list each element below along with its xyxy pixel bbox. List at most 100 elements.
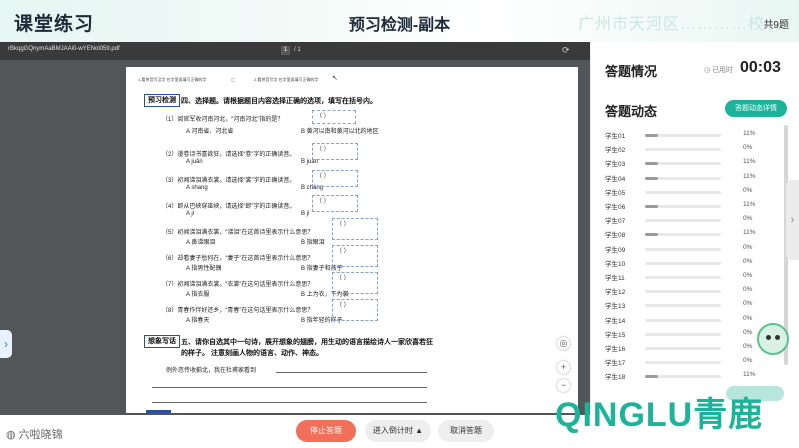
collapse-panel-icon[interactable]: › [786, 180, 799, 260]
answer-box[interactable]: （ ） [332, 272, 378, 294]
essay-line[interactable] [276, 372, 427, 373]
progress-bar [645, 290, 721, 294]
progress-percent: 0% [743, 186, 753, 194]
progress-bar [645, 247, 721, 251]
progress-bar [645, 205, 721, 208]
question-options: A 河南省、河北省 B 黄河以南和黄河以北的地区 [186, 129, 379, 135]
student-row[interactable]: 学生17 0% [605, 357, 755, 368]
status-title: 答题情况 [605, 64, 658, 79]
progress-bar [645, 261, 721, 265]
student-row[interactable]: 学生09 0% [605, 244, 755, 255]
question-text: （3）初闻涕泪满衣裳，请选择“裳”字的正确读音。 [162, 178, 296, 184]
student-row[interactable]: 学生05 0% [605, 187, 755, 198]
student-name: 学生04 [605, 175, 626, 183]
expand-left-icon[interactable]: › [0, 330, 12, 358]
student-name: 学生14 [605, 317, 626, 325]
student-name: 学生09 [605, 246, 626, 254]
student-row[interactable]: 学生13 0% [605, 300, 755, 311]
student-row[interactable]: 学生06 11% [605, 201, 756, 212]
progress-fill [645, 176, 659, 180]
progress-percent: 0% [743, 215, 753, 223]
page-number-input[interactable]: 1 [281, 46, 290, 55]
student-name: 学生07 [605, 218, 626, 226]
pdf-page: 1.看拼音写汉字 在字里面填写正确的字 ▢ 2.看拼音写字 在字里面填写正确的字… [126, 67, 578, 413]
progress-bar [645, 276, 721, 279]
answer-box[interactable]: （ ） [332, 245, 378, 267]
student-name: 学生03 [605, 161, 626, 169]
essay-line[interactable] [152, 387, 427, 388]
stop-answering-button[interactable]: 停止答题 [296, 420, 356, 442]
student-row[interactable]: 学生01 11% [605, 130, 756, 141]
question-options: A 鼻涕眼泪 B 指眼泪 [186, 240, 325, 246]
section-title-choice: 四、选择题。请根据题目内容选择正确的选项，填写在括号内。 [181, 98, 377, 105]
student-name: 学生08 [605, 232, 626, 240]
dynamics-detail-button[interactable]: 答题动态详情 [725, 100, 787, 117]
student-name: 学生13 [605, 303, 626, 311]
rotate-icon[interactable]: ⟳ [562, 45, 570, 56]
progress-fill [645, 233, 659, 237]
question-options: A 指衣服 B 上为衣，下为裳 [186, 292, 349, 298]
answer-box[interactable]: （ ） [312, 195, 358, 212]
next-tag-edge [146, 410, 171, 413]
answer-box[interactable]: （ ） [312, 143, 358, 160]
question-text: （1）阅官军收河南河北，“河南河北”指的是？ [162, 117, 284, 123]
student-row[interactable]: 学生16 0% [605, 343, 755, 354]
student-row[interactable]: 学生18 11% [605, 371, 756, 382]
cursor-icon: ↖ [332, 75, 338, 82]
answer-box[interactable]: （ ） [312, 110, 356, 124]
student-row[interactable]: 学生14 0% [605, 315, 755, 326]
student-row[interactable]: 学生12 0% [605, 286, 755, 297]
answer-box[interactable]: （ ） [332, 218, 378, 240]
progress-percent: 11% [743, 201, 756, 208]
answer-box[interactable]: （ ） [332, 299, 378, 321]
question-count: 共9题 [763, 20, 789, 31]
cancel-answering-button[interactable]: 取消答题 [438, 420, 494, 442]
student-row[interactable]: 学生10 0% [605, 258, 755, 269]
page-total: / 1 [294, 47, 301, 53]
zoom-in-icon[interactable]: + [557, 361, 570, 374]
student-name: 学生06 [605, 204, 626, 211]
student-row[interactable]: 学生03 11% [605, 158, 756, 169]
student-name: 学生15 [605, 331, 626, 339]
essay-line[interactable] [152, 402, 427, 403]
student-row[interactable]: 学生11 0% [605, 272, 755, 283]
progress-bar [645, 361, 721, 365]
progress-percent: 0% [743, 257, 753, 265]
progress-percent: 11% [743, 229, 756, 237]
fit-page-icon[interactable]: ◎ [557, 337, 570, 350]
progress-bar [645, 176, 721, 180]
question-text: （8）青春作伴好还乡，“青春”在这句话里表示什么意思？ [162, 308, 314, 314]
elapsed-timer: 00:03 [740, 59, 781, 76]
clock-icon: ◷ [704, 67, 713, 74]
logo-icon: ◍ [6, 429, 19, 441]
progress-bar [645, 233, 721, 237]
student-row[interactable]: 学生08 11% [605, 229, 756, 240]
student-name: 学生05 [605, 189, 626, 197]
student-row[interactable]: 学生04 11% [605, 173, 756, 184]
dynamics-title: 答题动态 [605, 104, 658, 119]
progress-percent: 11% [743, 371, 756, 379]
progress-fill [645, 134, 659, 137]
question-text: （4）即从巴峡穿巫峡，请选择“即”字的正确读音。 [162, 204, 296, 210]
student-row[interactable]: 学生02 0% [605, 144, 755, 155]
student-name: 学生17 [605, 360, 626, 368]
answer-panel: 答题情况 ◷ 已用时 00:03 答题动态 答题动态详情 学生01 11% 学生02… [590, 42, 799, 415]
pdf-filename: rBkqgGQnymAaBMJAAi0-wYENol059.pdf [8, 46, 120, 52]
student-row[interactable]: 学生15 0% [605, 329, 755, 340]
answer-box[interactable]: （ ） [312, 170, 358, 187]
progress-percent: 0% [743, 357, 753, 365]
progress-bar [645, 148, 721, 152]
question-text: （6）却看妻子愁何在，“妻子”在这首诗里表示什么意思？ [162, 256, 314, 262]
student-row[interactable]: 学生07 0% [605, 215, 755, 226]
question-options: A juǎn B juàn [186, 159, 319, 165]
question-options: A jí B jì [186, 211, 310, 217]
question-text: （7）初闻涕泪满衣裳，“衣裳”在这句话里表示什么意思？ [162, 282, 314, 288]
mascot-icon[interactable] [757, 323, 789, 355]
progress-bar [645, 162, 721, 166]
question-options: A shang B cháng [186, 185, 324, 191]
progress-bar [645, 219, 721, 223]
progress-fill [645, 162, 659, 166]
progress-bar [645, 134, 721, 137]
question-options: A 指男性配偶 B 指妻子和孩子 [186, 266, 343, 272]
countdown-button[interactable]: 进入倒计时 ▲ [365, 420, 431, 442]
